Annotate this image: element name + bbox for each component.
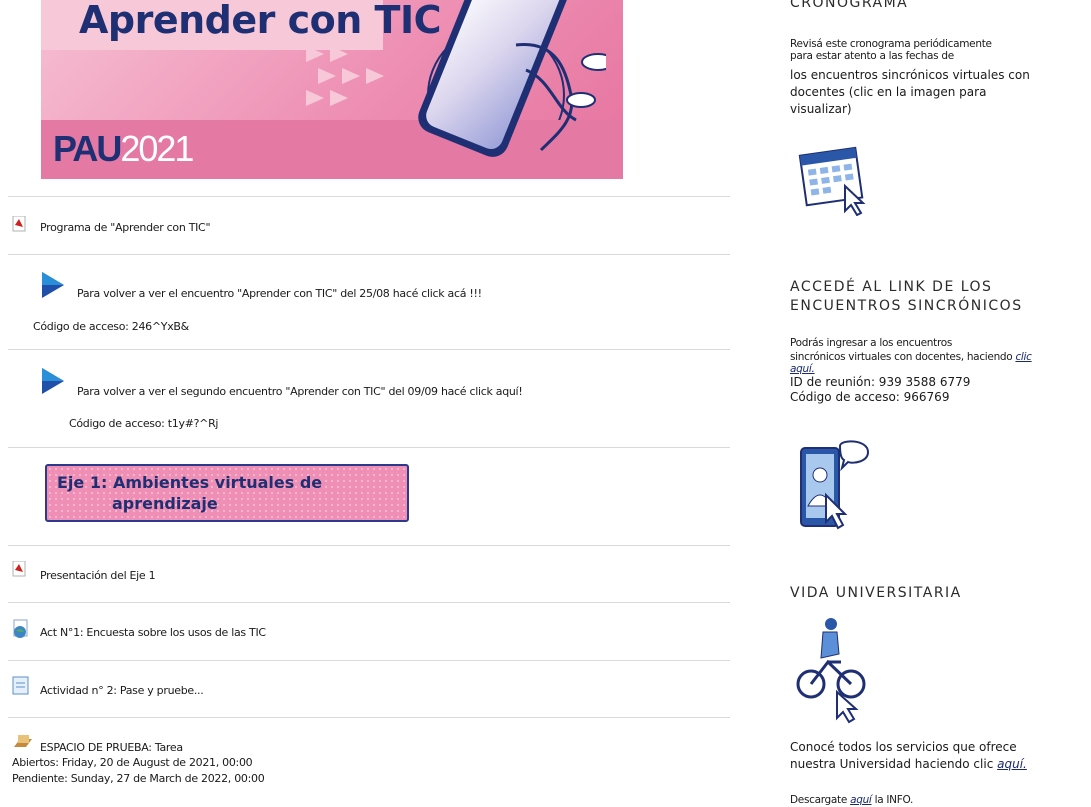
pendiente-line: Pendiente: Sunday, 27 de March de 2022, … [12, 772, 265, 785]
descarga-aqui-link[interactable]: aquí [850, 794, 872, 806]
cronograma-line4: docentes (clic en la imagen para [790, 85, 987, 99]
link-line2: sincrónicos virtuales con docentes, haci… [790, 351, 1032, 363]
programa-link[interactable]: Programa de "Aprender con TIC" [40, 221, 211, 234]
bicycle-icon[interactable] [793, 614, 873, 724]
encuentros-clic-link[interactable]: clic [1015, 351, 1031, 363]
videocall-icon[interactable] [798, 440, 878, 535]
vida-line1: Conocé todos los servicios que ofrece [790, 740, 1017, 754]
encuentro1-link[interactable]: acá [448, 287, 467, 300]
divider [8, 447, 730, 448]
divider [8, 660, 730, 661]
divider [8, 717, 730, 718]
divider [8, 545, 730, 546]
banner-pau-logo: PAU2021 [53, 128, 194, 169]
link-line1: Podrás ingresar a los encuentros [790, 337, 953, 349]
vida-line2: nuestra Universidad haciendo clic aquí. [790, 757, 1027, 771]
encuentro1-code: Código de acceso: 246^YxB& [33, 320, 189, 333]
reunion-code: Código de acceso: 966769 [790, 390, 950, 404]
play-icon [42, 368, 64, 394]
act1-link[interactable]: Act N°1: Encuesta sobre los usos de las … [40, 626, 266, 639]
encuentros-aqui-link[interactable]: aquí. [790, 363, 815, 375]
page-icon [12, 676, 29, 695]
divider [8, 254, 730, 255]
encuentro1-text: Para volver a ver el encuentro "Aprender… [77, 287, 482, 300]
play-icon [42, 272, 64, 298]
presentacion-eje1-link[interactable]: Presentación del Eje 1 [40, 569, 156, 582]
pdf-icon [12, 216, 26, 232]
eje1-title-line1: Eje 1: Ambientes virtuales de [57, 473, 323, 492]
espacio-prueba-link[interactable]: ESPACIO DE PRUEBA: Tarea [40, 741, 183, 754]
cronograma-line2: para estar atento a las fechas de [790, 50, 954, 62]
encuentro2-code: Código de acceso: t1y#?^Rj [69, 417, 219, 430]
reunion-id: ID de reunión: 939 3588 6779 [790, 375, 971, 389]
vida-aqui-link[interactable]: aquí. [997, 757, 1027, 771]
divider [8, 349, 730, 350]
pdf-icon [12, 561, 26, 577]
cronograma-line5: visualizar) [790, 102, 852, 116]
assignment-icon [14, 735, 32, 747]
encuentro2-text: Para volver a ver el segundo encuentro "… [77, 385, 523, 398]
divider [8, 602, 730, 603]
vida-universitaria-heading: VIDA UNIVERSITARIA [790, 585, 962, 601]
cronograma-heading: CRONOGRAMA [790, 0, 909, 11]
eje1-title-line2: aprendizaje [112, 494, 218, 513]
calendar-icon[interactable] [795, 141, 875, 216]
cronograma-line3: los encuentros sincrónicos virtuales con [790, 68, 1030, 82]
phone-illustration [418, 0, 606, 157]
course-banner: Aprender con TIC PAU2021 [41, 0, 623, 179]
abiertos-line: Abiertos: Friday, 20 de August de 2021, … [12, 756, 253, 769]
divider [8, 196, 730, 197]
link-heading-line1: ACCEDÉ AL LINK DE LOS [790, 279, 993, 295]
link-heading-line2: ENCUENTROS SINCRÓNICOS [790, 298, 1023, 314]
act2-link[interactable]: Actividad n° 2: Pase y pruebe... [40, 684, 204, 697]
cronograma-line1: Revisá este cronograma periódicamente [790, 38, 992, 50]
survey-icon [13, 619, 28, 638]
descarga-line: Descargate aquí la INFO. [790, 794, 914, 806]
eje1-banner: Eje 1: Ambientes virtuales de aprendizaj… [45, 464, 409, 522]
encuentro2-link[interactable]: aquí [496, 385, 519, 398]
